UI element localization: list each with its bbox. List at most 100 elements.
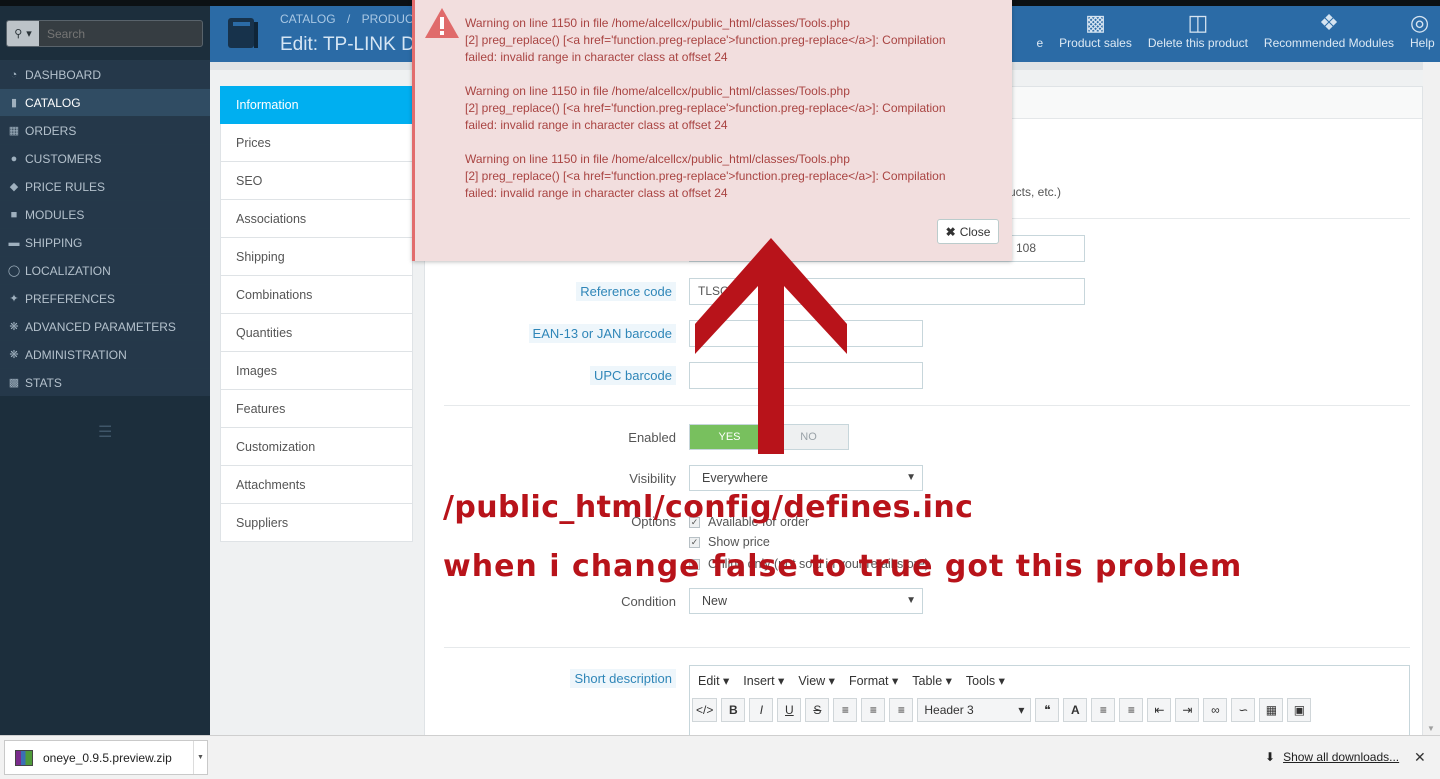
toolbar-cut-label: e xyxy=(1036,36,1044,50)
outdent-icon[interactable]: ⇤ xyxy=(1147,698,1172,722)
media-icon[interactable]: ▦ xyxy=(1259,698,1284,722)
text-color-icon[interactable]: A xyxy=(1063,698,1088,722)
search-scope-button[interactable]: ⚲ ▾ xyxy=(7,21,39,46)
sidebar-item-stats[interactable]: ▩ STATS xyxy=(0,368,210,396)
truck-icon: ▬ xyxy=(8,236,20,249)
editor-menu-format[interactable]: Format ▾ xyxy=(849,673,898,688)
page-title: Edit: TP-LINK D xyxy=(280,34,415,55)
numbered-list-icon[interactable]: ≡ xyxy=(1119,698,1144,722)
error-alert: Warning on line 1150 in file /home/alcel… xyxy=(412,0,1012,261)
sidebar-item-price-rules[interactable]: ◆ PRICE RULES xyxy=(0,172,210,200)
sidebar-item-advanced-parameters[interactable]: ❋ ADVANCED PARAMETERS xyxy=(0,312,210,340)
breadcrumb-catalog[interactable]: CATALOG xyxy=(280,12,336,26)
sidebar-item-dashboard[interactable]: ◔ DASHBOARD xyxy=(0,60,210,88)
format-value: Header 3 xyxy=(924,703,974,717)
align-right-icon[interactable]: ≡ xyxy=(889,698,914,722)
tab-seo[interactable]: SEO xyxy=(220,162,413,200)
product-sales-label: Product sales xyxy=(1059,36,1132,50)
sidebar-item-preferences[interactable]: ✦ PREFERENCES xyxy=(0,284,210,312)
sidebar-item-label: PRICE RULES xyxy=(25,179,106,194)
download-item[interactable]: oneye_0.9.5.preview.zip ▼ xyxy=(4,740,208,775)
close-icon: ✖ xyxy=(945,224,956,239)
tab-associations[interactable]: Associations xyxy=(220,200,413,238)
warning-message-3: Warning on line 1150 in file /home/alcel… xyxy=(465,151,995,202)
chevron-down-icon: ▾ xyxy=(1018,703,1025,717)
annotation-path-text: /public_html/config/defines.inc xyxy=(443,490,974,525)
scroll-down-icon[interactable]: ▼ xyxy=(1427,724,1435,733)
tab-attachments[interactable]: Attachments xyxy=(220,466,413,504)
product-sales-button[interactable]: ▩ Product sales xyxy=(1059,10,1132,50)
recommended-modules-button[interactable]: ❖ Recommended Modules xyxy=(1264,10,1394,50)
tab-quantities[interactable]: Quantities xyxy=(220,314,413,352)
main-menu: ◔ DASHBOARD ▮ CATALOG ▦ ORDERS ● CUSTOMERS ◆… xyxy=(0,60,210,396)
tab-customization[interactable]: Customization xyxy=(220,428,413,466)
tab-features[interactable]: Features xyxy=(220,390,413,428)
editor-menu-view[interactable]: View ▾ xyxy=(798,673,835,688)
close-label: Close xyxy=(959,224,991,239)
sidebar-item-customers[interactable]: ● CUSTOMERS xyxy=(0,144,210,172)
tab-combinations[interactable]: Combinations xyxy=(220,276,413,314)
sidebar-item-shipping[interactable]: ▬ SHIPPING xyxy=(0,228,210,256)
sidebar-item-localization[interactable]: ◯ LOCALIZATION xyxy=(0,256,210,284)
close-icon[interactable]: ✕ xyxy=(1414,749,1426,766)
sidebar-item-catalog[interactable]: ▮ CATALOG xyxy=(0,88,210,116)
search-input[interactable] xyxy=(39,21,202,46)
source-code-icon[interactable]: </> xyxy=(692,698,718,722)
zip-archive-icon xyxy=(15,749,33,766)
sidebar-item-label: ADMINISTRATION xyxy=(25,347,127,362)
tab-information[interactable]: Information xyxy=(220,86,413,124)
visibility-select[interactable]: Everywhere ▼ xyxy=(689,465,923,491)
bullet-list-icon[interactable]: ≡ xyxy=(1091,698,1116,722)
help-button[interactable]: ◎ Help xyxy=(1410,10,1440,50)
strikethrough-icon[interactable]: S xyxy=(805,698,830,722)
close-button[interactable]: ✖ Close xyxy=(937,219,999,244)
editor-menu-tools[interactable]: Tools ▾ xyxy=(966,673,1005,688)
chevron-down-icon[interactable]: ▼ xyxy=(193,741,207,774)
checkbox[interactable]: ✓ xyxy=(689,536,700,548)
menu-collapse-icon[interactable]: ☰ xyxy=(98,422,112,442)
link-icon[interactable]: ∞ xyxy=(1203,698,1228,722)
sidebar-item-label: ADVANCED PARAMETERS xyxy=(25,319,176,334)
short-description-label: Short description xyxy=(570,669,676,688)
toolbar-cut-button[interactable]: e xyxy=(1036,10,1043,50)
page-scrollbar[interactable]: ▼ xyxy=(1423,62,1440,735)
bold-icon[interactable]: B xyxy=(721,698,746,722)
image-icon[interactable]: ▣ xyxy=(1287,698,1312,722)
unlink-icon[interactable]: ∽ xyxy=(1231,698,1256,722)
show-all-downloads[interactable]: ⬇ Show all downloads... xyxy=(1265,750,1399,764)
editor-menu-edit[interactable]: Edit ▾ xyxy=(698,673,729,688)
upc-label: UPC barcode xyxy=(589,366,676,385)
align-center-icon[interactable]: ≡ xyxy=(861,698,886,722)
editor-menu-table[interactable]: Table ▾ xyxy=(912,673,952,688)
underline-icon[interactable]: U xyxy=(777,698,802,722)
warning-line: [2] preg_replace() [<a href='function.pr… xyxy=(465,101,946,115)
short-description-editor[interactable]: Edit ▾ Insert ▾ View ▾ Format ▾ Table ▾ … xyxy=(689,665,1410,737)
reference-code-label: Reference code xyxy=(576,282,676,301)
warning-line: [2] preg_replace() [<a href='function.pr… xyxy=(465,169,946,183)
sidebar-item-orders[interactable]: ▦ ORDERS xyxy=(0,116,210,144)
editor-menu-insert[interactable]: Insert ▾ xyxy=(743,673,784,688)
indent-icon[interactable]: ⇥ xyxy=(1175,698,1200,722)
italic-icon[interactable]: I xyxy=(749,698,774,722)
divider xyxy=(444,647,1410,648)
show-price-option[interactable]: ✓ Show price xyxy=(689,535,770,549)
sidebar-item-modules[interactable]: ■ MODULES xyxy=(0,200,210,228)
blockquote-icon[interactable]: ❝ xyxy=(1035,698,1060,722)
tab-prices[interactable]: Prices xyxy=(220,124,413,162)
format-select[interactable]: Header 3 ▾ xyxy=(917,698,1032,722)
tab-shipping[interactable]: Shipping xyxy=(220,238,413,276)
show-all-downloads-link[interactable]: Show all downloads... xyxy=(1283,750,1399,764)
tab-images[interactable]: Images xyxy=(220,352,413,390)
download-filename: oneye_0.9.5.preview.zip xyxy=(43,750,172,765)
warning-line: Warning on line 1150 in file /home/alcel… xyxy=(465,152,850,166)
tab-suppliers[interactable]: Suppliers xyxy=(220,504,413,542)
sidebar-item-administration[interactable]: ❋ ADMINISTRATION xyxy=(0,340,210,368)
align-left-icon[interactable]: ≡ xyxy=(833,698,858,722)
sidebar: ⚲ ▾ ◔ DASHBOARD ▮ CATALOG ▦ ORDERS ● CUSTOME… xyxy=(0,6,210,735)
lifebuoy-icon: ◎ xyxy=(1410,10,1430,35)
delete-product-button[interactable]: ◫ Delete this product xyxy=(1148,10,1248,50)
enabled-label: Enabled xyxy=(628,430,676,445)
warning-message-1: Warning on line 1150 in file /home/alcel… xyxy=(465,15,995,66)
condition-select[interactable]: New ▼ xyxy=(689,588,923,614)
menu-label: Insert xyxy=(743,673,775,688)
